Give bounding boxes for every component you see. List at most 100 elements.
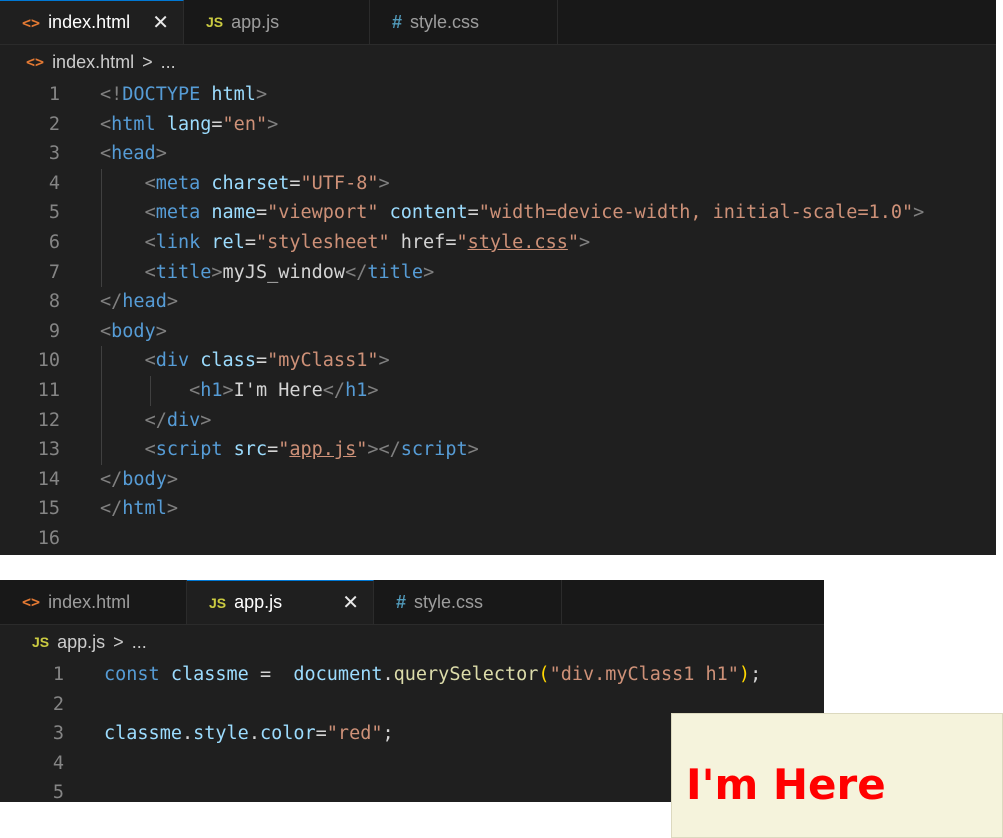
- tab-label: app.js: [231, 11, 280, 32]
- code-line: 2 <html lang="en">: [0, 110, 996, 140]
- code-line: 12 </div>: [0, 405, 996, 436]
- line-code: <html lang="en">: [100, 113, 279, 135]
- tab-index-html[interactable]: <> index.html ✕: [0, 0, 184, 44]
- tab-index-html[interactable]: <> index.html: [0, 580, 187, 624]
- close-icon[interactable]: ✕: [328, 590, 359, 615]
- js-file-icon: JS: [206, 14, 224, 30]
- code-line: 9 <body>: [0, 317, 996, 347]
- line-number: 16: [37, 527, 60, 549]
- css-file-icon: #: [396, 591, 407, 612]
- indent-guide: [101, 435, 102, 465]
- breadcrumb-file[interactable]: app.js: [57, 632, 105, 653]
- tab-label: style.css: [414, 591, 484, 612]
- line-number: 1: [52, 664, 64, 685]
- tab-label: app.js: [234, 592, 283, 612]
- line-code: <meta charset="UTF-8">: [144, 172, 390, 194]
- code-line: 5 <meta name="viewport" content="width=d…: [0, 198, 996, 228]
- line-code: </head>: [100, 291, 178, 313]
- line-number: 3: [52, 723, 64, 745]
- tab-bar: <> index.html JS app.js ✕ # style.css: [0, 580, 824, 625]
- line-code: </div>: [144, 409, 212, 431]
- line-number: 7: [48, 261, 60, 283]
- tab-label: style.css: [410, 11, 480, 32]
- code-line: 3 <head>: [0, 139, 996, 169]
- code-line: 1 const classme = document.querySelector…: [0, 660, 824, 690]
- line-number: 13: [37, 439, 60, 461]
- line-code: <!DOCTYPE html>: [100, 84, 268, 105]
- line-number: 4: [52, 752, 64, 774]
- indent-guide: [101, 375, 102, 406]
- breadcrumb-file[interactable]: index.html: [52, 52, 134, 73]
- html-file-icon: <>: [22, 13, 41, 32]
- line-code: const classme = document.querySelector("…: [104, 664, 762, 685]
- preview-heading: I'm Here: [686, 760, 886, 809]
- html-file-icon: <>: [26, 53, 45, 71]
- code-line: 13 <script src="app.js"></script>: [0, 435, 996, 465]
- line-code: <head>: [100, 143, 167, 165]
- chevron-right-icon: >: [113, 631, 124, 652]
- tab-style-css[interactable]: # style.css: [374, 580, 562, 624]
- line-code: </body>: [100, 468, 178, 490]
- breadcrumb[interactable]: <> index.html > ...: [0, 45, 996, 79]
- line-number: 6: [48, 231, 60, 253]
- line-number: 8: [48, 291, 60, 313]
- line-number: 5: [48, 202, 60, 224]
- code-line: 1 <!DOCTYPE html>: [0, 80, 996, 110]
- indent-guide: [101, 227, 102, 258]
- indent-guide: [101, 405, 102, 436]
- line-code: <link rel="stylesheet" href="style.css">: [144, 231, 591, 253]
- line-number: 5: [52, 782, 64, 802]
- js-file-icon: JS: [32, 634, 50, 650]
- tab-label: index.html: [48, 12, 131, 32]
- indent-guide: [101, 346, 102, 376]
- tab-bar: <> index.html ✕ JS app.js # style.css: [0, 0, 996, 45]
- line-code: classme.style.color="red";: [104, 723, 394, 745]
- chevron-right-icon: >: [142, 51, 153, 72]
- editor-index-html: <> index.html ✕ JS app.js # style.css <>…: [0, 0, 996, 555]
- code-line: 16: [0, 524, 996, 554]
- indent-guide: [101, 257, 102, 288]
- line-number: 10: [37, 350, 60, 372]
- line-code: <meta name="viewport" content="width=dev…: [144, 202, 925, 224]
- breadcrumb[interactable]: JS app.js > ...: [0, 625, 824, 659]
- line-number: 2: [48, 113, 60, 135]
- code-line: 11 <h1>I'm Here</h1>: [0, 375, 996, 406]
- line-number: 1: [48, 84, 60, 105]
- stylesheet-link[interactable]: style.css: [468, 232, 568, 253]
- line-number: 12: [37, 409, 60, 431]
- line-code: <body>: [100, 320, 167, 342]
- code-line: 4 <meta charset="UTF-8">: [0, 168, 996, 199]
- line-code: <title>myJS_window</title>: [144, 261, 435, 283]
- indent-guide: [101, 168, 102, 199]
- line-number: 9: [48, 320, 60, 342]
- line-number: 11: [37, 379, 60, 401]
- code-line: 10 <div class="myClass1">: [0, 346, 996, 376]
- css-file-icon: #: [392, 11, 403, 32]
- line-number: 2: [52, 693, 64, 715]
- breadcrumb-more[interactable]: ...: [161, 52, 176, 73]
- line-number: 14: [37, 468, 60, 490]
- close-icon[interactable]: ✕: [138, 10, 169, 35]
- line-number: 4: [48, 172, 60, 194]
- code-line: 14 </body>: [0, 465, 996, 495]
- code-line: 8 </head>: [0, 287, 996, 317]
- breadcrumb-more[interactable]: ...: [132, 632, 147, 653]
- line-code: </html>: [100, 498, 178, 520]
- browser-preview: I'm Here: [671, 713, 1003, 838]
- code-line: 7 <title>myJS_window</title>: [0, 257, 996, 288]
- line-number: 3: [48, 143, 60, 165]
- tab-style-css[interactable]: # style.css: [370, 0, 558, 44]
- code-area[interactable]: 1 <!DOCTYPE html> 2 <html lang="en"> 3 <…: [0, 79, 996, 554]
- code-line: 6 <link rel="stylesheet" href="style.css…: [0, 227, 996, 258]
- indent-guide: [150, 375, 151, 406]
- line-code: <div class="myClass1">: [144, 350, 390, 372]
- tab-app-js[interactable]: JS app.js: [184, 0, 370, 44]
- html-file-icon: <>: [22, 593, 41, 611]
- tab-app-js[interactable]: JS app.js ✕: [187, 580, 374, 624]
- js-file-icon: JS: [209, 594, 227, 611]
- script-link[interactable]: app.js: [289, 439, 356, 460]
- line-code: <script src="app.js"></script>: [144, 439, 479, 461]
- indent-guide: [101, 198, 102, 228]
- tab-label: index.html: [48, 591, 131, 612]
- line-number: 15: [37, 498, 60, 520]
